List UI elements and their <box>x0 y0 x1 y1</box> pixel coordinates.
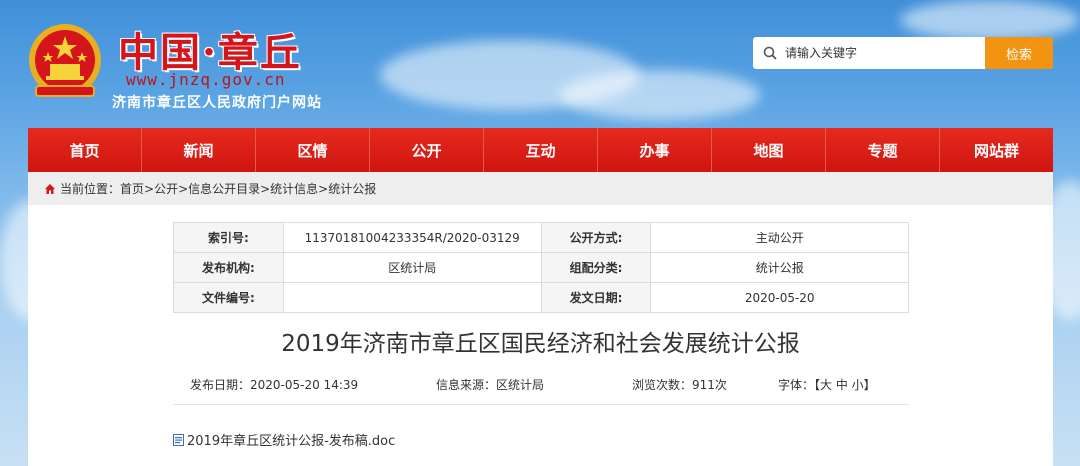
date-label: 发文日期: <box>540 282 652 313</box>
article-title: 2019年济南市章丘区国民经济和社会发展统计公报 <box>281 331 800 357</box>
attachment-link[interactable]: 2019年章丘区统计公报-发布稿.doc <box>173 430 395 449</box>
site-header: 中国·章丘 www.jnzq.gov.cn 济南市章丘区人民政府门户网站 检索 <box>0 0 1080 128</box>
doc-file-icon <box>173 433 184 446</box>
main-content: 当前位置： 首页>公开>信息公开目录>统计信息>统计公报 索引号: 113701… <box>28 172 1053 466</box>
disclosure-label: 公开方式: <box>540 222 652 253</box>
site-url: www.jnzq.gov.cn <box>126 70 286 89</box>
view-count: 浏览次数：911次 <box>632 378 727 392</box>
document-meta-table: 索引号: 11370181004233354R/2020-03129 公开方式:… <box>173 222 909 313</box>
breadcrumb-path[interactable]: 首页>公开>信息公开目录>统计信息>统计公报 <box>120 180 376 197</box>
index-label: 索引号: <box>173 222 284 253</box>
publish-date: 发布日期：2020-05-20 14:39 <box>190 378 359 392</box>
breadcrumb-label: 当前位置： <box>60 182 121 196</box>
table-row: 发布机构: 区统计局 组配分类: 统计公报 <box>173 252 909 283</box>
nav-item-site-group[interactable]: 网站群 <box>940 128 1053 172</box>
font-size-switcher[interactable]: 字体：【大 中 小】 <box>778 376 876 393</box>
search-input[interactable] <box>785 46 965 60</box>
search-icon <box>763 46 777 60</box>
main-nav: 首页 新闻 区情 公开 互动 办事 地图 专题 网站群 <box>28 128 1053 172</box>
table-row: 索引号: 11370181004233354R/2020-03129 公开方式:… <box>173 222 909 253</box>
category-label: 组配分类: <box>540 252 652 283</box>
docno-value <box>282 282 542 313</box>
divider <box>173 404 909 405</box>
home-icon <box>45 183 55 194</box>
national-emblem-icon <box>26 22 104 104</box>
info-source: 信息来源：区统计局 <box>436 378 545 392</box>
nav-item-disclosure[interactable]: 公开 <box>370 128 484 172</box>
nav-item-interaction[interactable]: 互动 <box>484 128 598 172</box>
docno-label: 文件编号: <box>173 282 284 313</box>
nav-item-home[interactable]: 首页 <box>28 128 142 172</box>
issuer-value: 区统计局 <box>282 252 542 283</box>
disclosure-value: 主动公开 <box>650 222 909 253</box>
site-subtitle: 济南市章丘区人民政府门户网站 <box>112 95 322 111</box>
search-box <box>753 37 985 69</box>
nav-item-services[interactable]: 办事 <box>598 128 712 172</box>
table-row: 文件编号: 发文日期: 2020-05-20 <box>173 282 909 313</box>
category-value: 统计公报 <box>650 252 909 283</box>
search-button[interactable]: 检索 <box>985 37 1053 69</box>
attachment-name[interactable]: 2019年章丘区统计公报-发布稿.doc <box>187 430 395 449</box>
breadcrumb: 当前位置： 首页>公开>信息公开目录>统计信息>统计公报 <box>28 172 1053 205</box>
issuer-label: 发布机构: <box>173 252 284 283</box>
search-bar: 检索 <box>753 37 1053 69</box>
nav-item-news[interactable]: 新闻 <box>142 128 256 172</box>
index-value: 11370181004233354R/2020-03129 <box>282 222 542 253</box>
nav-item-topics[interactable]: 专题 <box>826 128 940 172</box>
nav-item-district-info[interactable]: 区情 <box>256 128 370 172</box>
nav-item-map[interactable]: 地图 <box>712 128 826 172</box>
date-value: 2020-05-20 <box>650 282 909 313</box>
